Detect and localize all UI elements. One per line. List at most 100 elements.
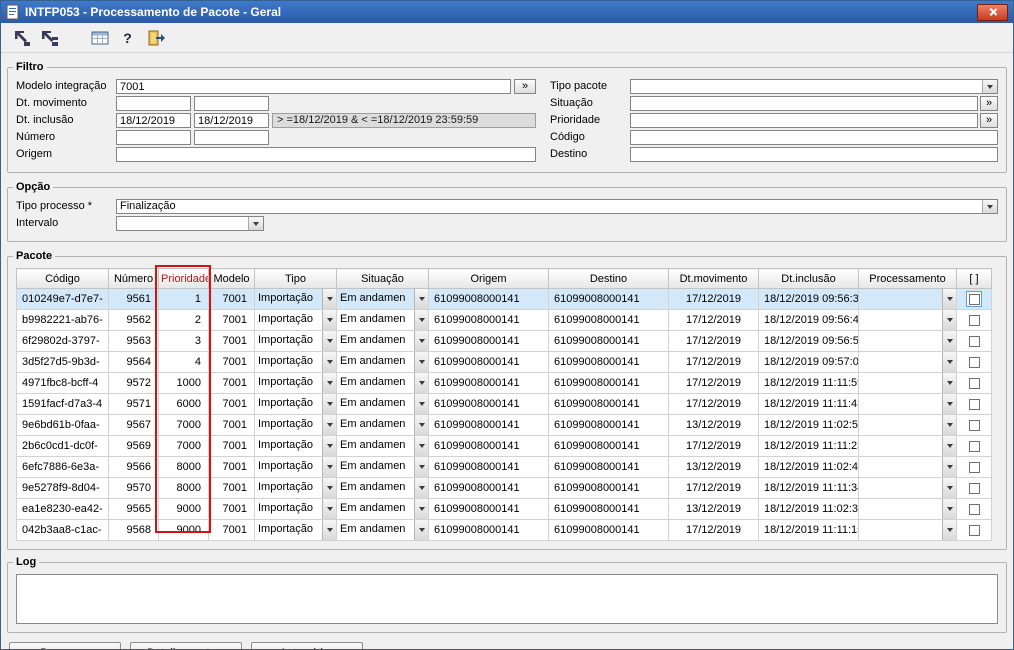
col-codigo[interactable]: Código xyxy=(16,268,109,289)
cell-numero[interactable]: 9565 xyxy=(108,498,159,520)
cell-tipo[interactable]: Importação xyxy=(254,414,337,436)
cell-codigo[interactable]: 9e5278f9-8d04- xyxy=(16,477,109,499)
cell-situacao[interactable]: Em andamen xyxy=(336,519,429,541)
process-all-button[interactable] xyxy=(36,26,61,50)
table-row[interactable]: 6f29802d-3797- 9563 3 7001 Importação Em… xyxy=(16,330,992,352)
cell-modelo[interactable]: 7001 xyxy=(208,372,255,394)
cell-processamento[interactable] xyxy=(858,309,957,331)
cell-dt-inclusao[interactable]: 18/12/2019 11:11:59 xyxy=(758,372,859,394)
modelo-integracao-lookup-button[interactable]: » xyxy=(514,79,536,94)
dropdown-arrow-icon[interactable] xyxy=(322,499,336,519)
cell-checkbox[interactable] xyxy=(956,456,992,478)
dropdown-arrow-icon[interactable] xyxy=(322,436,336,456)
cell-codigo[interactable]: 2b6c0cd1-dc0f- xyxy=(16,435,109,457)
dropdown-arrow-icon[interactable] xyxy=(248,217,263,230)
cell-dt-movimento[interactable]: 17/12/2019 xyxy=(668,393,759,415)
dropdown-arrow-icon[interactable] xyxy=(322,520,336,540)
dropdown-arrow-icon[interactable] xyxy=(942,520,956,540)
cell-modelo[interactable]: 7001 xyxy=(208,498,255,520)
automatico-button[interactable]: Automático xyxy=(251,642,363,649)
tipo-pacote-combobox[interactable] xyxy=(630,79,998,94)
dropdown-arrow-icon[interactable] xyxy=(414,436,428,456)
cell-tipo[interactable]: Importação xyxy=(254,351,337,373)
col-destino[interactable]: Destino xyxy=(548,268,669,289)
dropdown-arrow-icon[interactable] xyxy=(414,352,428,372)
cell-situacao[interactable]: Em andamen xyxy=(336,372,429,394)
row-checkbox[interactable] xyxy=(968,398,980,410)
cell-origem[interactable]: 61099008000141 xyxy=(428,309,549,331)
dropdown-arrow-icon[interactable] xyxy=(942,457,956,477)
row-checkbox[interactable] xyxy=(968,440,980,452)
cell-codigo[interactable]: 6f29802d-3797- xyxy=(16,330,109,352)
numero-to-input[interactable] xyxy=(194,130,269,145)
dropdown-arrow-icon[interactable] xyxy=(322,457,336,477)
prioridade-input[interactable] xyxy=(630,113,978,128)
intervalo-combobox[interactable] xyxy=(116,216,264,231)
cell-tipo[interactable]: Importação xyxy=(254,393,337,415)
cell-dt-movimento[interactable]: 13/12/2019 xyxy=(668,498,759,520)
help-button[interactable]: ? xyxy=(115,26,140,50)
dropdown-arrow-icon[interactable] xyxy=(414,520,428,540)
cell-checkbox[interactable] xyxy=(956,351,992,373)
cell-destino[interactable]: 61099008000141 xyxy=(548,309,669,331)
cell-processamento[interactable] xyxy=(858,351,957,373)
cell-codigo[interactable]: b9982221-ab76- xyxy=(16,309,109,331)
cell-origem[interactable]: 61099008000141 xyxy=(428,498,549,520)
cell-dt-movimento[interactable]: 13/12/2019 xyxy=(668,456,759,478)
cell-destino[interactable]: 61099008000141 xyxy=(548,456,669,478)
table-row[interactable]: 6efc7886-6e3a- 9566 8000 7001 Importação… xyxy=(16,456,992,478)
cell-checkbox[interactable] xyxy=(956,414,992,436)
cell-modelo[interactable]: 7001 xyxy=(208,477,255,499)
dropdown-arrow-icon[interactable] xyxy=(942,436,956,456)
cell-destino[interactable]: 61099008000141 xyxy=(548,414,669,436)
table-row[interactable]: 010249e7-d7e7- 9561 1 7001 Importação Em… xyxy=(16,288,992,310)
grid-view-button[interactable] xyxy=(87,26,112,50)
cell-dt-inclusao[interactable]: 18/12/2019 09:56:36 xyxy=(758,288,859,310)
cell-numero[interactable]: 9571 xyxy=(108,393,159,415)
situacao-lookup-button[interactable]: » xyxy=(980,96,998,111)
dropdown-arrow-icon[interactable] xyxy=(414,499,428,519)
col-situacao[interactable]: Situação xyxy=(336,268,429,289)
cell-situacao[interactable]: Em andamen xyxy=(336,309,429,331)
cell-destino[interactable]: 61099008000141 xyxy=(548,435,669,457)
col-checkbox[interactable]: [ ] xyxy=(956,268,992,289)
cell-modelo[interactable]: 7001 xyxy=(208,330,255,352)
cell-prioridade[interactable]: 1 xyxy=(158,288,209,310)
cell-numero[interactable]: 9568 xyxy=(108,519,159,541)
row-checkbox[interactable] xyxy=(968,419,980,431)
cell-modelo[interactable]: 7001 xyxy=(208,288,255,310)
exit-button[interactable] xyxy=(143,26,168,50)
cell-checkbox[interactable] xyxy=(956,309,992,331)
cell-processamento[interactable] xyxy=(858,456,957,478)
row-checkbox[interactable] xyxy=(968,356,980,368)
cell-processamento[interactable] xyxy=(858,498,957,520)
cell-prioridade[interactable]: 4 xyxy=(158,351,209,373)
cell-checkbox[interactable] xyxy=(956,435,992,457)
cell-modelo[interactable]: 7001 xyxy=(208,456,255,478)
cell-checkbox[interactable] xyxy=(956,498,992,520)
cell-numero[interactable]: 9561 xyxy=(108,288,159,310)
cell-modelo[interactable]: 7001 xyxy=(208,435,255,457)
cell-situacao[interactable]: Em andamen xyxy=(336,393,429,415)
dropdown-arrow-icon[interactable] xyxy=(414,310,428,330)
dropdown-arrow-icon[interactable] xyxy=(322,289,336,309)
row-checkbox[interactable] xyxy=(968,482,980,494)
dropdown-arrow-icon[interactable] xyxy=(322,394,336,414)
cell-codigo[interactable]: ea1e8230-ea42- xyxy=(16,498,109,520)
dropdown-arrow-icon[interactable] xyxy=(942,499,956,519)
cell-processamento[interactable] xyxy=(858,330,957,352)
cell-prioridade[interactable]: 1000 xyxy=(158,372,209,394)
cell-tipo[interactable]: Importação xyxy=(254,288,337,310)
cell-destino[interactable]: 61099008000141 xyxy=(548,372,669,394)
row-checkbox[interactable] xyxy=(968,503,980,515)
cell-prioridade[interactable]: 7000 xyxy=(158,435,209,457)
row-checkbox[interactable] xyxy=(968,524,980,536)
cell-dt-inclusao[interactable]: 18/12/2019 11:11:43 xyxy=(758,393,859,415)
dropdown-arrow-icon[interactable] xyxy=(414,478,428,498)
cell-origem[interactable]: 61099008000141 xyxy=(428,519,549,541)
dropdown-arrow-icon[interactable] xyxy=(322,310,336,330)
cell-dt-inclusao[interactable]: 18/12/2019 11:02:54 xyxy=(758,414,859,436)
col-dt-movimento[interactable]: Dt.movimento xyxy=(668,268,759,289)
dropdown-arrow-icon[interactable] xyxy=(942,478,956,498)
dropdown-arrow-icon[interactable] xyxy=(942,415,956,435)
